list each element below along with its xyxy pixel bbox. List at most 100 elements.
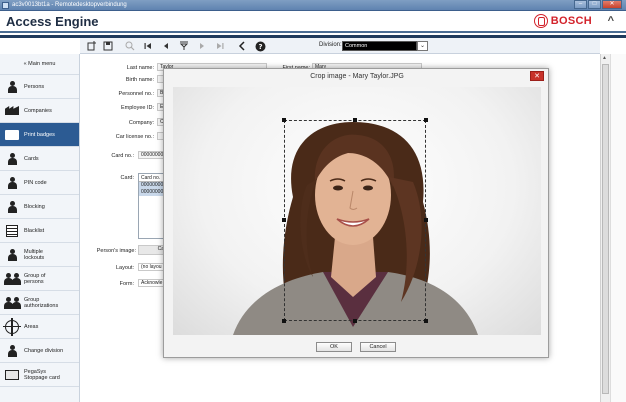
remote-desktop-titlebar: ac3v0013bt1a - Remotedesktopverbindung –… bbox=[0, 0, 626, 11]
filter-icon[interactable] bbox=[178, 40, 190, 52]
person-card-icon bbox=[4, 151, 20, 167]
card-no-label: Card no.: bbox=[111, 153, 134, 159]
svg-text:?: ? bbox=[258, 43, 262, 51]
list-item[interactable]: 00000000 bbox=[139, 189, 164, 196]
sidebar-item-label: Change division bbox=[24, 347, 64, 354]
brand-logo: BOSCH bbox=[533, 14, 592, 28]
sidebar-item-companies[interactable]: Companies bbox=[0, 99, 79, 123]
crop-handle-left[interactable] bbox=[282, 218, 286, 222]
person-switch-icon bbox=[4, 343, 20, 359]
factory-icon bbox=[4, 103, 20, 119]
group-icon bbox=[4, 271, 21, 287]
portrait-image[interactable] bbox=[173, 87, 541, 335]
crop-handle-top[interactable] bbox=[353, 118, 357, 122]
card-no-field[interactable]: 00000000 bbox=[138, 151, 165, 159]
person-icon bbox=[4, 79, 20, 95]
window-close-button[interactable]: ✕ bbox=[602, 0, 622, 9]
sidebar-item-label: Blocking bbox=[24, 203, 45, 210]
sidebar-item-label: PegaSys Stoppage card bbox=[24, 368, 60, 381]
sidebar-item-label: Group authorizations bbox=[24, 296, 59, 309]
target-icon bbox=[3, 317, 21, 336]
new-record-icon[interactable] bbox=[86, 40, 98, 52]
employee-id-label: Employee ID: bbox=[120, 105, 154, 111]
company-label: Company: bbox=[128, 120, 154, 126]
crop-selection[interactable] bbox=[284, 120, 426, 321]
sidebar-item-blacklist[interactable]: Blacklist bbox=[0, 219, 79, 243]
scroll-thumb[interactable] bbox=[602, 64, 609, 394]
ok-button[interactable]: OK bbox=[316, 342, 352, 352]
sidebar: « Main menu Persons Companies Print badg… bbox=[0, 54, 80, 402]
previous-record-icon[interactable] bbox=[160, 40, 172, 52]
sidebar-item-print-badges[interactable]: Print badges bbox=[0, 123, 79, 147]
card-icon bbox=[4, 367, 20, 383]
division-label: Division: bbox=[319, 42, 342, 48]
app-header: Access Engine BOSCH ^ bbox=[0, 11, 626, 33]
persons-image-label: Person's image: bbox=[96, 248, 136, 254]
sidebar-item-label: Persons bbox=[24, 83, 45, 90]
card-list[interactable]: Card no. 00000000 00000000 bbox=[138, 173, 165, 239]
crop-handle-bottom-left[interactable] bbox=[282, 319, 286, 323]
search-icon[interactable] bbox=[124, 40, 136, 52]
sidebar-item-label: Multiple lockouts bbox=[24, 248, 45, 261]
person-block-icon bbox=[4, 199, 20, 215]
sidebar-item-label: Print badges bbox=[24, 131, 55, 138]
list-item[interactable]: 00000000 bbox=[139, 182, 164, 189]
division-value: Common bbox=[345, 43, 368, 49]
next-record-icon[interactable] bbox=[196, 40, 208, 52]
card-label: Card: bbox=[120, 175, 134, 181]
division-select[interactable]: Common ⌄ bbox=[342, 41, 428, 51]
brand-name: BOSCH bbox=[550, 15, 592, 27]
crop-handle-bottom[interactable] bbox=[353, 319, 357, 323]
remote-desktop-title: ac3v0013bt1a - Remotedesktopverbindung bbox=[12, 2, 127, 8]
badge-icon bbox=[4, 127, 20, 143]
save-icon[interactable] bbox=[102, 40, 114, 52]
app-title: Access Engine bbox=[6, 14, 99, 29]
cancel-button[interactable]: Cancel bbox=[360, 342, 396, 352]
sidebar-item-pegasys-stoppage-card[interactable]: PegaSys Stoppage card bbox=[0, 363, 79, 387]
sidebar-item-cards[interactable]: Cards bbox=[0, 147, 79, 171]
vertical-scrollbar[interactable]: ▲ bbox=[600, 54, 610, 402]
sidebar-item-areas[interactable]: Areas bbox=[0, 315, 79, 339]
sidebar-item-multiple-lockouts[interactable]: Multiple lockouts bbox=[0, 243, 79, 267]
bosch-armature-icon bbox=[533, 14, 548, 28]
person-lock-icon bbox=[4, 247, 20, 263]
sidebar-item-label: Cards bbox=[24, 155, 39, 162]
dialog-close-button[interactable]: ✕ bbox=[530, 71, 544, 81]
help-icon[interactable]: ? bbox=[254, 40, 266, 52]
scroll-up-icon[interactable]: ▲ bbox=[602, 55, 607, 61]
sidebar-item-label: Blacklist bbox=[24, 227, 45, 234]
chevron-up-icon[interactable]: ^ bbox=[608, 15, 614, 27]
toolbar: ? Division: Common ⌄ bbox=[80, 38, 600, 54]
form-label: Form: bbox=[119, 281, 134, 287]
chevron-down-icon[interactable]: ⌄ bbox=[417, 41, 428, 51]
birth-name-label: Birth name: bbox=[125, 77, 154, 83]
last-record-icon[interactable] bbox=[214, 40, 226, 52]
group-key-icon bbox=[4, 295, 21, 311]
card-list-header: Card no. bbox=[139, 174, 164, 182]
sidebar-item-persons[interactable]: Persons bbox=[0, 75, 79, 99]
capture-image-button[interactable]: Ca bbox=[138, 245, 165, 255]
layout-label: Layout: bbox=[115, 265, 134, 271]
personnel-no-label: Personnel no.: bbox=[118, 91, 154, 97]
main-menu-link[interactable]: « Main menu bbox=[0, 54, 79, 75]
layout-select[interactable]: (no layou bbox=[138, 263, 165, 271]
maximize-button[interactable]: □ bbox=[588, 0, 601, 9]
car-license-label: Car license no.: bbox=[115, 134, 154, 140]
crop-handle-top-left[interactable] bbox=[282, 118, 286, 122]
sidebar-item-change-division[interactable]: Change division bbox=[0, 339, 79, 363]
person-pin-icon bbox=[4, 175, 20, 191]
sidebar-item-blocking[interactable]: Blocking bbox=[0, 195, 79, 219]
right-panel-edge bbox=[610, 54, 626, 402]
sidebar-item-label: Group of persons bbox=[24, 272, 46, 285]
crop-handle-bottom-right[interactable] bbox=[424, 319, 428, 323]
sidebar-item-group-authorizations[interactable]: Group authorizations bbox=[0, 291, 79, 315]
dialog-title: Crop image - Mary Taylor.JPG bbox=[310, 73, 404, 80]
crop-image-dialog: Crop image - Mary Taylor.JPG ✕ OK Cancel bbox=[163, 68, 549, 358]
minimize-button[interactable]: – bbox=[574, 0, 587, 9]
back-icon[interactable] bbox=[236, 40, 248, 52]
list-icon bbox=[4, 223, 20, 239]
form-select[interactable]: Acknowle bbox=[138, 279, 165, 287]
crop-handle-right[interactable] bbox=[424, 218, 428, 222]
crop-handle-top-right[interactable] bbox=[424, 118, 428, 122]
first-record-icon[interactable] bbox=[142, 40, 154, 52]
